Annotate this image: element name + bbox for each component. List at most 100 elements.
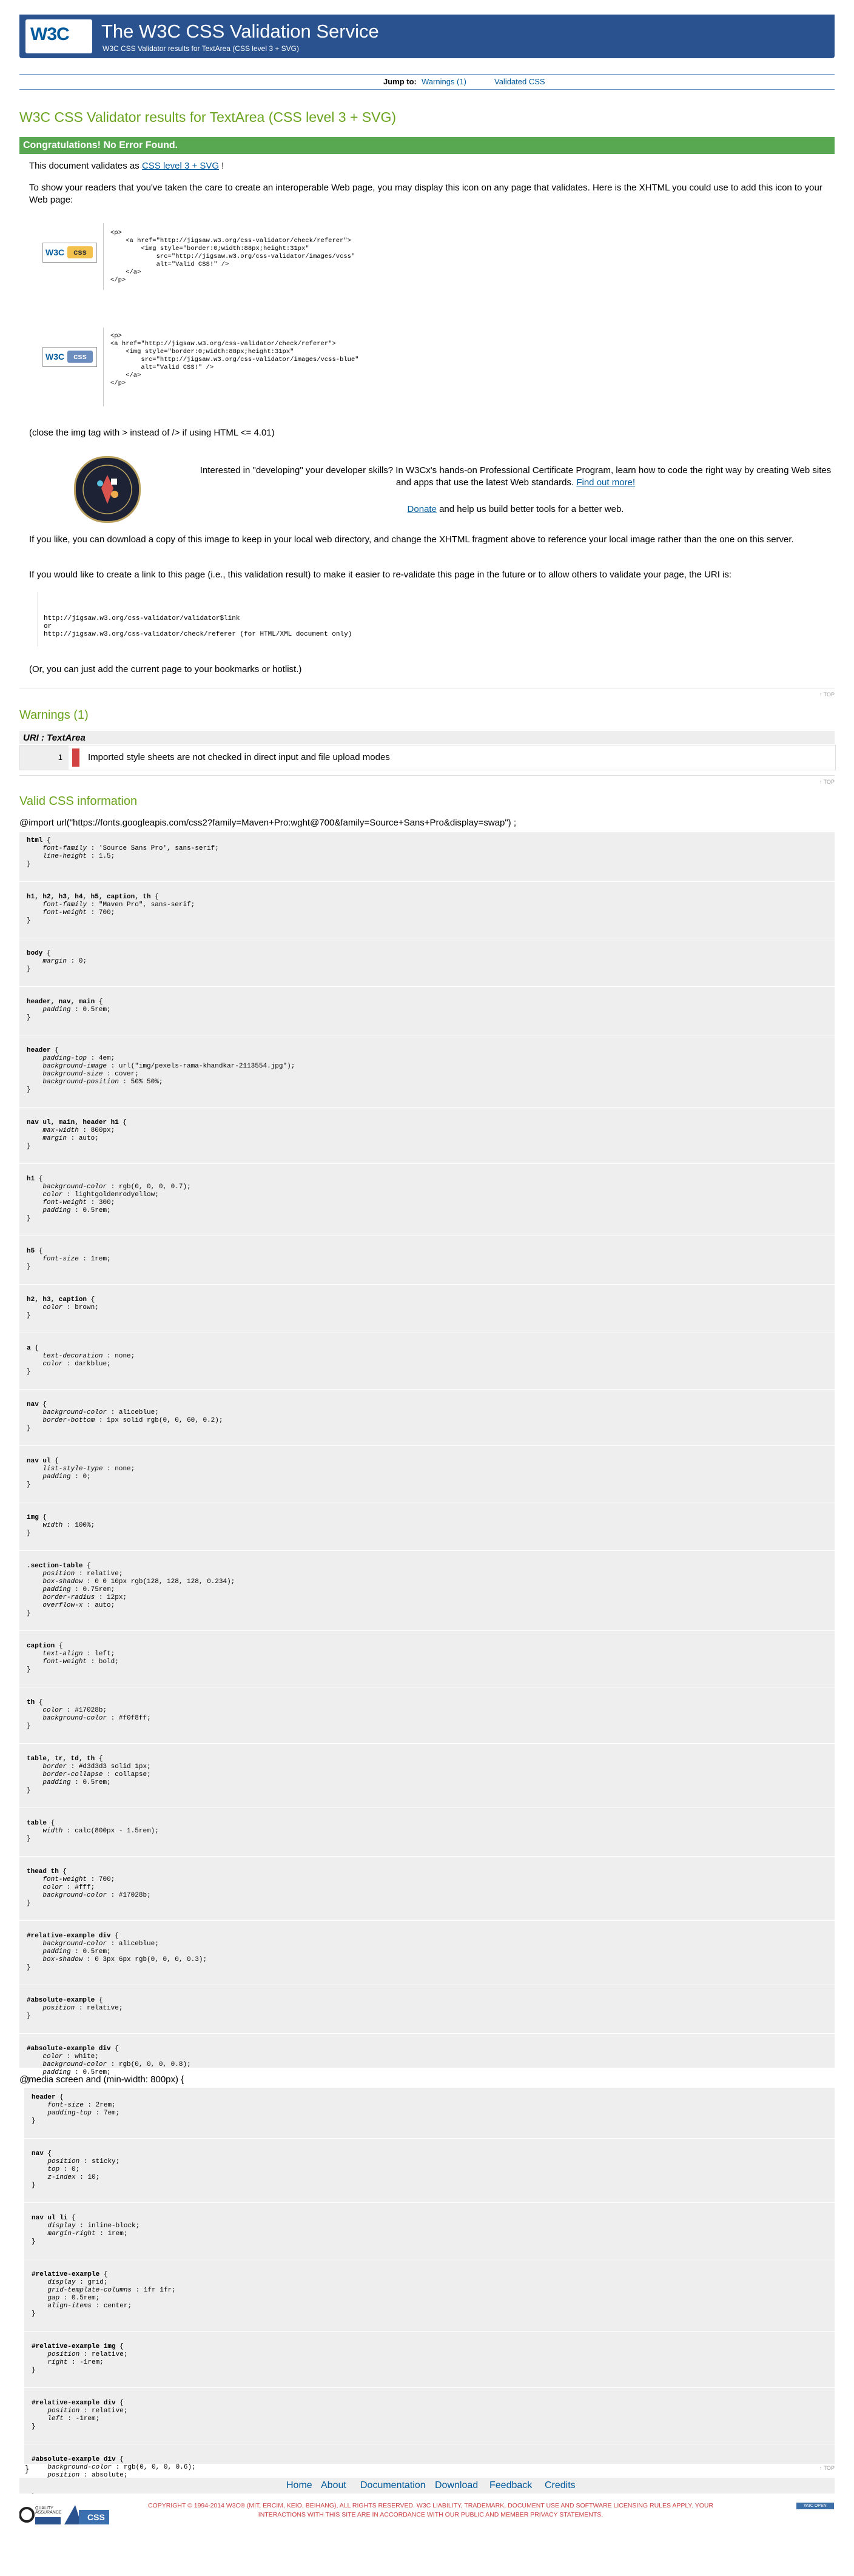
jump-valid-css-link[interactable]: Validated CSS [494,77,545,86]
css-property: border-collapse [42,1771,103,1778]
css-property: left [47,2415,64,2423]
css-value: none [115,1353,131,1360]
css-value: brown [75,1304,95,1311]
badge-code-snippet-2: <p> <a href="http://jigsaw.w3.org/css-va… [110,332,359,387]
w3c-logo[interactable]: W3C [25,19,92,53]
qa-logo-text: QUALITY ASSURANCE [35,2506,62,2515]
footer-credits-link[interactable]: Credits [545,2480,576,2491]
top-link[interactable]: ↑ TOP [819,2465,835,2471]
warning-line-number: 1 [20,745,69,770]
css-property: background-color [42,1892,107,1899]
css-property: background-color [42,1409,107,1416]
valid-css-title: Valid CSS information [19,795,138,808]
css-value: url("img/pexels-rama-khandkar-2113554.jp… [118,1063,291,1070]
qa-logo[interactable]: QUALITY ASSURANCE [19,2504,62,2526]
badge-w3c-text: W3C [45,352,65,362]
media-close-brace: } [25,2464,29,2474]
css-rule: .section-table { position : relative; bo… [27,1562,235,1617]
css-value: 1rem [107,2230,124,2238]
css-property: background-position [42,1078,119,1086]
donate-line: Donate and help us build better tools fo… [194,503,837,516]
css-property: box-shadow [42,1578,83,1586]
jump-nav: Jump to: Warnings (1) Validated CSS [19,74,835,90]
footer-feedback-link[interactable]: Feedback [489,2480,532,2491]
css-selector: nav ul, main, header h1 [27,1119,119,1126]
css-value: calc(800px - 1.5rem) [75,1828,155,1835]
copyright-text: COPYRIGHT © 1994-2014 W3C® (MIT, ERCIM, … [147,2502,714,2518]
open-source-badge[interactable]: W3C OPEN SOURCE [796,2503,834,2515]
css-rule: #relative-example img { position : relat… [32,2343,128,2374]
results-title: W3C CSS Validator results for TextArea (… [19,109,397,125]
css-value: 0.5rem [82,1207,107,1214]
css-value: #fff [75,1884,91,1891]
rule-separator [19,1550,835,1551]
media-query: @media screen and (min-width: 800px) { [19,2074,184,2085]
w3cx-seal-logo[interactable] [74,456,141,523]
rule-separator [19,1106,835,1108]
css-property: background-size [42,1071,103,1078]
footer-documentation-link[interactable]: Documentation [360,2480,426,2491]
warnings-uri-caption: URI : TextArea [19,731,835,744]
css-value: lightgoldenrodyellow [75,1191,155,1199]
footer-download-link[interactable]: Download [435,2480,478,2491]
css-property: border [42,1763,67,1771]
rule-separator [19,1920,835,1921]
css-value: 0.75rem [82,1586,111,1593]
css-selector: body [27,950,43,957]
find-out-more-link[interactable]: Find out more! [576,477,635,488]
css-property: font-family [42,845,87,852]
donate-link[interactable]: Donate [408,504,437,514]
css-property: color [42,2053,63,2060]
css-selector: h2, h3, caption [27,1296,87,1303]
css-value: center [103,2302,128,2310]
css-value: darkblue [75,1360,107,1368]
css-property: font-weight [42,1658,87,1666]
valid-css-badge-blue[interactable]: W3C css [42,347,97,367]
css-level-link[interactable]: CSS level 3 + SVG [142,161,219,171]
css-value: grid [87,2279,104,2286]
css-value: 2rem [95,2102,112,2109]
warning-marker [72,748,79,767]
css-selector: a [27,1345,31,1352]
css-rule: a { text-decoration : none; color : dark… [27,1345,135,1376]
css-rule: #relative-example div { position : relat… [32,2399,128,2430]
css-property: position [47,2158,80,2165]
css-property: gap [47,2295,60,2302]
valid-css-badge-gold[interactable]: W3C css [42,243,97,263]
css-value: aliceblue [118,1409,155,1416]
footer-about-link[interactable]: About [321,2480,346,2491]
footer-home-link[interactable]: Home [286,2480,312,2491]
css-value: relative [87,1570,119,1578]
css-rule: body { margin : 0; } [27,950,87,973]
developing-text: Interested in "developing" your develope… [194,465,837,489]
css-property: position [42,1570,75,1578]
validates-post: ! [221,161,224,171]
css-value: aliceblue [118,1940,155,1948]
link-text: If you would like to create a link to th… [29,570,732,580]
css-value: cover [115,1071,135,1078]
css-value: 1px solid rgb(0, 0, 60, 0.2) [107,1417,219,1424]
seal-graphic-icon [82,465,132,514]
css-selector: nav [32,2150,44,2157]
css-property: color [42,1707,63,1714]
top-link[interactable]: ↑ TOP [819,691,835,698]
css-value: 100% [75,1522,91,1529]
css-logo[interactable]: CSS [63,2503,110,2526]
css-value: rgb(0, 0, 0, 0.8) [118,2061,187,2068]
css-value: 4em [98,1055,111,1062]
css-value: 0 [78,958,83,965]
css-property: color [42,1360,63,1368]
css-rule: caption { text-align : left; font-weight… [27,1643,119,1673]
css-rule: #absolute-example { position : relative;… [27,1997,123,2020]
css-value: relative [92,2351,124,2358]
css-value: inline-block [87,2222,136,2230]
css-property: overflow-x [42,1602,83,1609]
jump-warnings-link[interactable]: Warnings (1) [422,77,466,86]
top-link[interactable]: ↑ TOP [819,779,835,785]
css-property: padding-top [42,1055,87,1062]
css-value: left [95,1650,111,1658]
css-property: font-family [42,901,87,909]
rule-separator [19,986,835,987]
rule-separator [19,1283,835,1285]
download-text: If you like, you can download a copy of … [29,534,794,545]
